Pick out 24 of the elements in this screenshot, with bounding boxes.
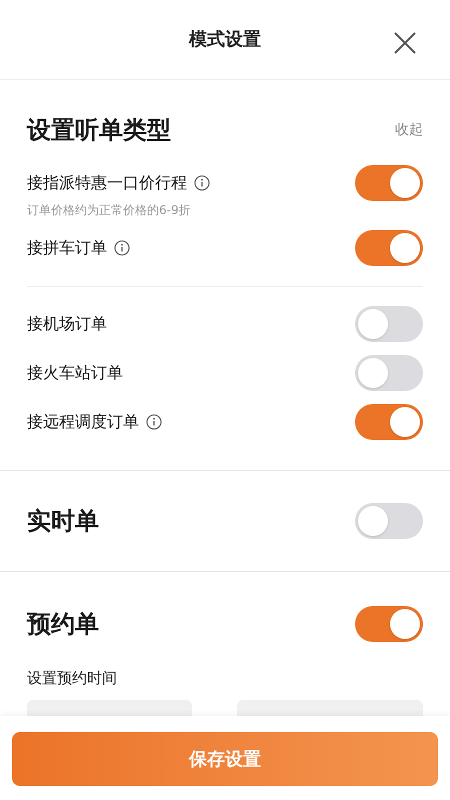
option-subtitle: 订单价格约为正常价格的6-9折 — [27, 202, 192, 219]
close-icon[interactable] — [394, 32, 416, 54]
toggle-switch[interactable] — [355, 230, 423, 266]
section-title: 设置听单类型 — [27, 115, 171, 146]
info-icon[interactable] — [194, 175, 210, 191]
info-icon[interactable] — [114, 240, 130, 256]
toggle-switch[interactable] — [355, 354, 423, 390]
field-label: 设置预约时间 — [27, 668, 117, 689]
option-label: 接拼车订单 — [27, 237, 107, 259]
section-title: 预约单 — [27, 609, 99, 640]
toggle-switch[interactable] — [355, 404, 423, 440]
toggle-switch[interactable] — [355, 606, 423, 642]
toggle-switch[interactable] — [355, 165, 423, 201]
save-button[interactable]: 保存设置 — [12, 732, 438, 786]
page-title: 模式设置 — [189, 28, 261, 52]
section-title: 实时单 — [27, 506, 99, 537]
toggle-switch[interactable] — [355, 306, 423, 342]
option-label: 接火车站订单 — [27, 362, 123, 384]
option-label: 接机场订单 — [27, 312, 107, 334]
collapse-link[interactable]: 收起 — [395, 120, 423, 140]
info-icon[interactable] — [146, 414, 162, 430]
option-label: 接指派特惠一口价行程 — [27, 172, 187, 194]
option-label: 接远程调度订单 — [27, 410, 139, 432]
toggle-switch[interactable] — [355, 503, 423, 539]
